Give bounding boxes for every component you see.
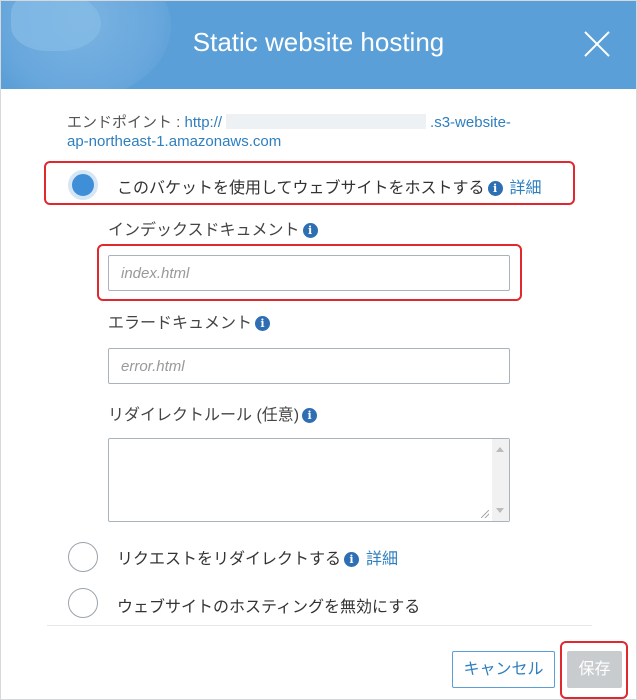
info-icon[interactable]: i [302,408,318,423]
redirect-rules-label: リダイレクトルール (任意) i [108,401,318,425]
scroll-down-arrow-icon[interactable] [496,508,504,513]
redirect-rules-textarea[interactable] [108,438,510,522]
resize-grip-icon[interactable] [481,510,489,518]
endpoint-url-prefix[interactable]: http:// [185,114,223,131]
error-document-label: エラードキュメント i [108,309,271,333]
textarea-scrollbar[interactable] [492,439,509,521]
radio-disable-hosting[interactable] [68,588,98,618]
redirect-option-label: リクエストをリダイレクトする [117,551,342,568]
close-icon[interactable] [582,29,612,59]
redirect-rules-label-text: リダイレクトルール (任意) [108,407,300,424]
error-document-input[interactable] [108,348,510,384]
endpoint-url-line2[interactable]: ap-northeast-1.amazonaws.com [67,133,281,150]
radio-redirect-requests[interactable] [68,542,98,572]
info-icon[interactable]: i [255,316,271,331]
index-document-label: インデックスドキュメント i [108,216,318,240]
footer-divider [47,625,592,626]
error-document-label-text: エラードキュメント [108,315,253,332]
modal-title: Static website hosting [192,27,445,57]
scroll-up-arrow-icon[interactable] [496,447,504,452]
index-document-input[interactable] [108,255,510,291]
host-option-label: このバケットを使用してウェブサイトをホストする [117,180,485,197]
info-icon[interactable]: i [487,181,503,196]
endpoint-info: エンドポイント : http:// .s3-website- ap-northea… [67,113,567,151]
modal-header: Static website hosting [1,1,636,89]
option-disable-hosting: ウェブサイトのホスティングを無効にする [117,599,421,616]
static-website-hosting-modal: Static website hosting エンドポイント : http://… [0,0,637,700]
radio-host-website[interactable] [68,170,98,200]
option-host-website: このバケットを使用してウェブサイトをホストする i 詳細 [117,174,542,198]
info-icon[interactable]: i [302,223,318,238]
cancel-button[interactable]: キャンセル [452,651,555,688]
host-detail-link[interactable]: 詳細 [510,180,542,197]
redacted-bucket-name [226,114,427,129]
endpoint-label: エンドポイント : [67,114,185,131]
save-button[interactable]: 保存 [567,651,622,688]
endpoint-url-suffix[interactable]: .s3-website- [430,114,511,131]
redirect-detail-link[interactable]: 詳細 [366,551,398,568]
option-redirect-requests: リクエストをリダイレクトする i 詳細 [117,545,398,569]
info-icon[interactable]: i [344,552,360,567]
index-document-label-text: インデックスドキュメント [108,222,300,239]
